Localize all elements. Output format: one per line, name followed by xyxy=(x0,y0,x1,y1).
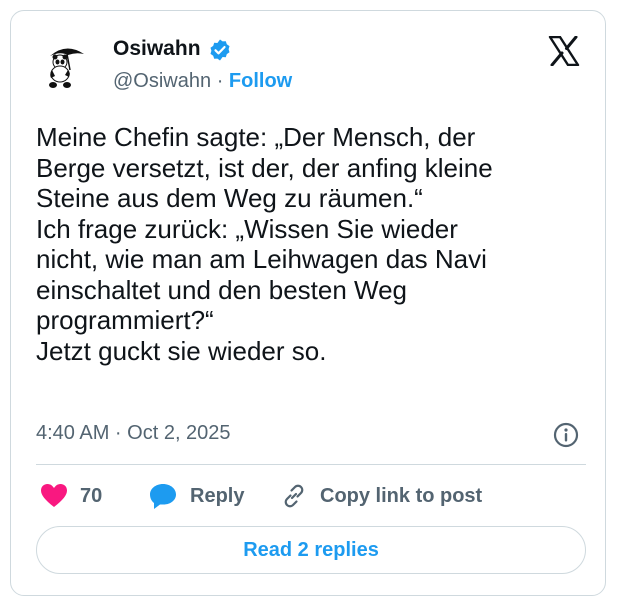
tweet-text-line: Ich frage zurück: „Wissen Sie wieder xyxy=(36,213,458,244)
tweet-text: Meine Chefin sagte: „Der Mensch, der Ber… xyxy=(36,122,586,366)
reply-button[interactable]: Reply xyxy=(148,481,244,511)
like-button[interactable]: 70 xyxy=(40,481,102,511)
copy-link-label: Copy link to post xyxy=(320,484,483,507)
panda-avatar-icon[interactable] xyxy=(40,40,92,92)
tweet-text-line: programmiert?“ xyxy=(36,305,214,335)
tweet-text-line: Jetzt guckt sie wieder so. xyxy=(36,335,327,366)
link-icon xyxy=(284,484,304,508)
read-replies-label: Read 2 replies xyxy=(243,538,379,561)
read-replies-button[interactable]: Read 2 replies xyxy=(36,526,586,574)
divider xyxy=(36,464,586,465)
copy-link-button[interactable]: Copy link to post xyxy=(280,481,482,511)
author-name[interactable]: Osiwahn xyxy=(113,37,201,61)
tweet-timestamp[interactable]: 4:40 AM · Oct 2, 2025 xyxy=(36,422,231,445)
reply-label: Reply xyxy=(190,484,245,507)
tweet-text-line: Meine Chefin sagte: „Der Mensch, der xyxy=(36,122,476,152)
follow-button[interactable]: Follow xyxy=(229,70,292,92)
heart-icon xyxy=(41,484,67,507)
info-icon[interactable] xyxy=(553,422,579,448)
tweet-text-line: Berge versetzt, ist der, der anfing klei… xyxy=(36,152,493,183)
handle-separator: · xyxy=(216,70,224,92)
like-count: 70 xyxy=(80,484,103,507)
tweet-text-line: nicht, wie man am Leihwagen das Navi xyxy=(36,244,487,274)
author-handle[interactable]: @Osiwahn xyxy=(113,70,211,92)
tweet-text-line: Steine aus dem Weg zu räumen.“ xyxy=(36,183,423,213)
handle-row: @Osiwahn · Follow xyxy=(113,70,292,93)
verified-badge-icon xyxy=(210,39,230,61)
tweet-text-line: einschaltet und den besten Weg xyxy=(36,274,408,305)
x-logo-icon[interactable] xyxy=(548,36,580,66)
reply-bubble-icon xyxy=(150,484,176,509)
